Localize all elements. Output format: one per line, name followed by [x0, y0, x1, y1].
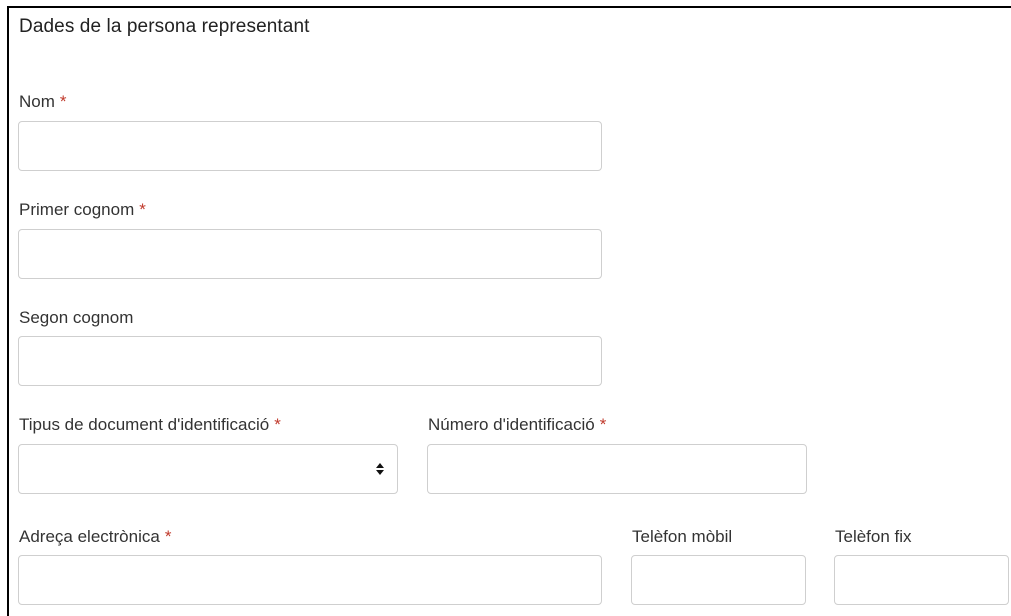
nom-input[interactable] [18, 121, 602, 171]
numero-identificacio-label-text: Número d'identificació [428, 415, 595, 434]
telefon-mobil-label: Telèfon mòbil [632, 527, 732, 547]
telefon-fix-input[interactable] [834, 555, 1009, 605]
adreca-electronica-label-text: Adreça electrònica [19, 527, 160, 546]
numero-identificacio-input[interactable] [427, 444, 807, 494]
form-panel [7, 6, 1011, 616]
primer-cognom-label-text: Primer cognom [19, 200, 135, 219]
telefon-fix-label-text: Telèfon fix [835, 527, 912, 546]
telefon-fix-label: Telèfon fix [835, 527, 912, 547]
numero-identificacio-label: Número d'identificació * [428, 415, 606, 435]
primer-cognom-input[interactable] [18, 229, 602, 279]
telefon-mobil-input[interactable] [631, 555, 806, 605]
segon-cognom-label-text: Segon cognom [19, 308, 134, 327]
segon-cognom-input[interactable] [18, 336, 602, 386]
required-mark: * [59, 92, 67, 111]
required-mark: * [599, 415, 607, 434]
primer-cognom-label: Primer cognom * [19, 200, 146, 220]
tipus-document-label-text: Tipus de document d'identificació [19, 415, 270, 434]
required-mark: * [164, 527, 172, 546]
required-mark: * [274, 415, 281, 434]
nom-label-text: Nom [19, 92, 55, 111]
adreca-electronica-input[interactable] [18, 555, 602, 605]
nom-label: Nom * [19, 92, 67, 112]
adreca-electronica-label: Adreça electrònica * [19, 527, 171, 547]
segon-cognom-label: Segon cognom [19, 308, 133, 328]
required-mark: * [139, 200, 146, 219]
tipus-document-select[interactable] [18, 444, 398, 494]
tipus-document-label: Tipus de document d'identificació * [19, 415, 281, 435]
up-down-arrows-icon [376, 463, 384, 475]
section-title: Dades de la persona representant [19, 16, 310, 37]
telefon-mobil-label-text: Telèfon mòbil [632, 527, 733, 546]
